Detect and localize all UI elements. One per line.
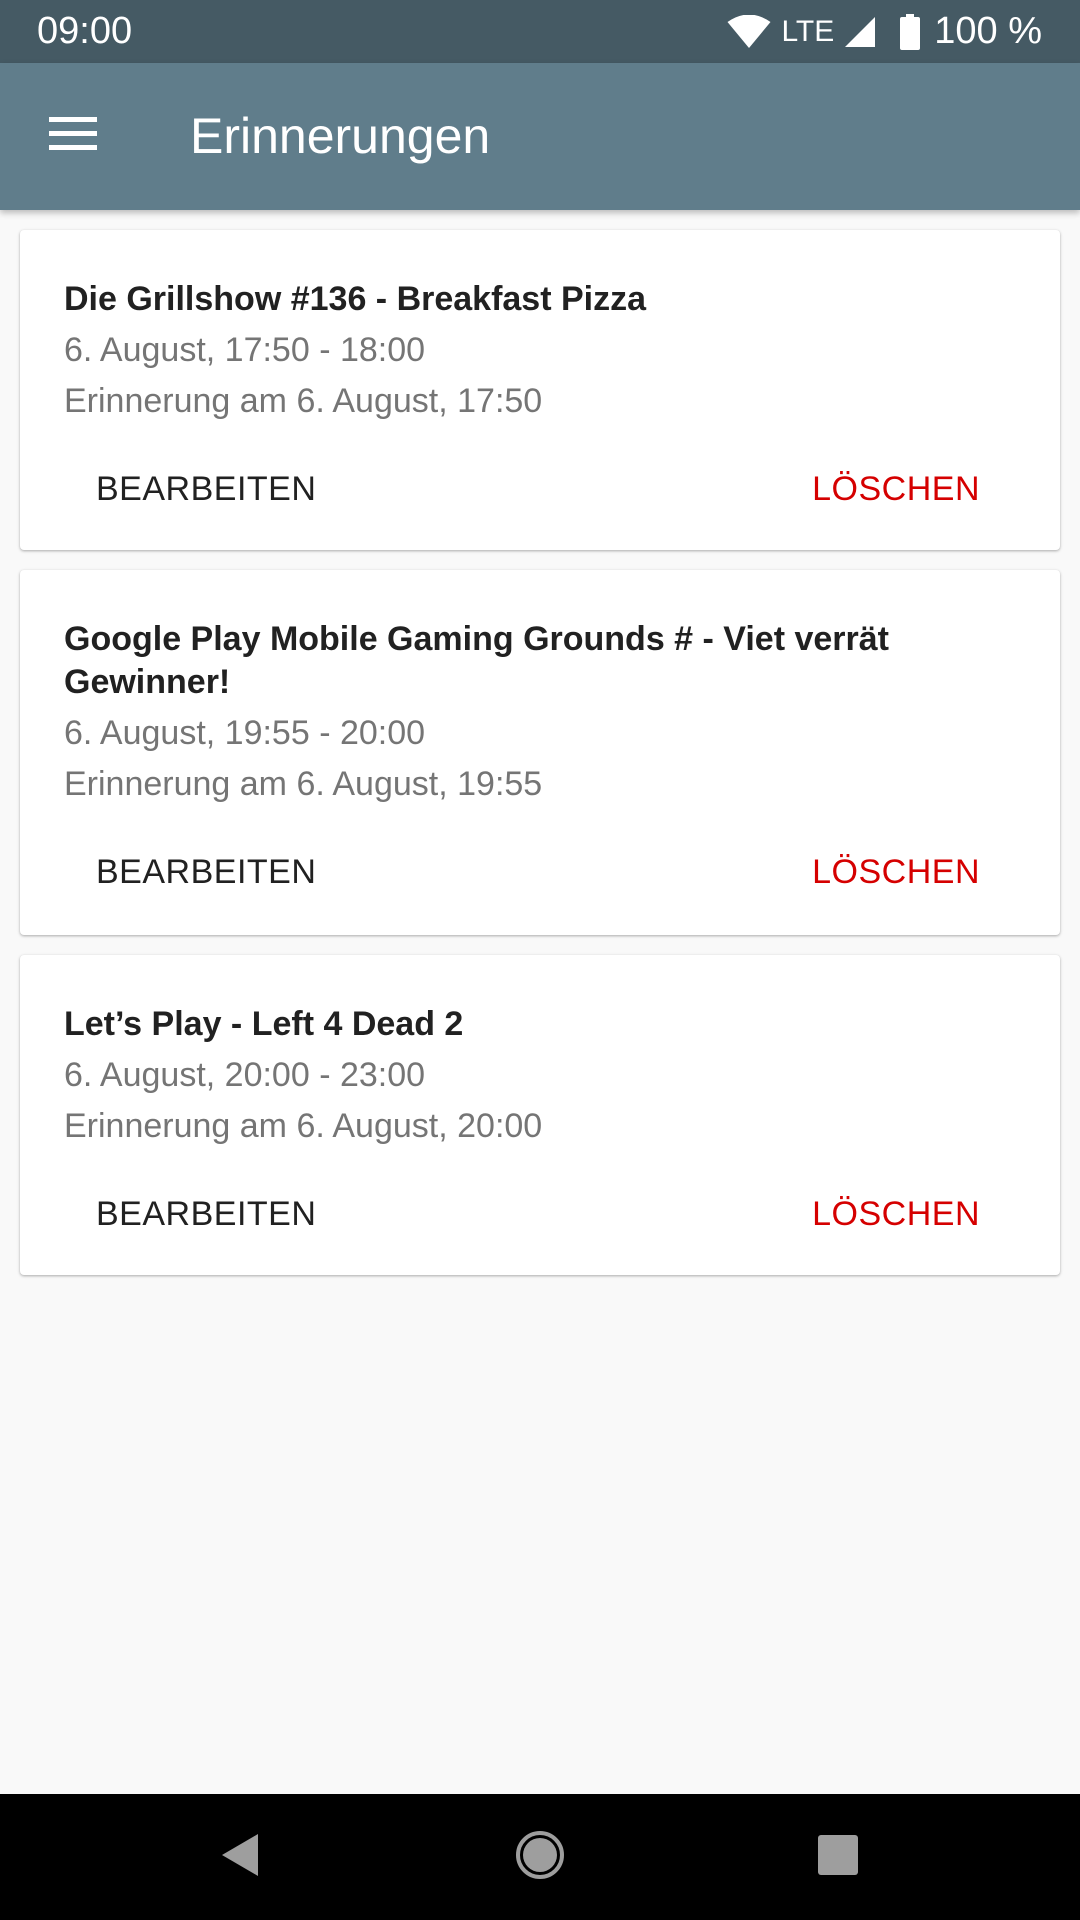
reminder-alert-time: Erinnerung am 6. August, 19:55 xyxy=(64,765,543,803)
battery-icon xyxy=(900,13,921,50)
reminder-title: Google Play Mobile Gaming Grounds # - Vi… xyxy=(64,620,889,701)
back-button[interactable] xyxy=(200,1817,280,1897)
battery-percent: 100 % xyxy=(934,10,1042,52)
card-actions: BEARBEITEN LÖSCHEN xyxy=(64,1180,1016,1248)
delete-button[interactable]: LÖSCHEN xyxy=(780,838,1012,906)
hamburger-menu-icon xyxy=(49,116,97,156)
status-indicators: LTE 100 % xyxy=(727,0,1042,63)
reminder-list: Die Grillshow #136 - Breakfast Pizza 6. … xyxy=(20,230,1060,1295)
navigation-bar xyxy=(0,1794,1080,1920)
delete-button[interactable]: LÖSCHEN xyxy=(780,1180,1012,1248)
wifi-icon xyxy=(727,14,771,49)
reminder-time-range: 6. August, 17:50 - 18:00 xyxy=(64,331,426,369)
app-bar: Erinnerungen xyxy=(0,63,1080,210)
reminder-card: Die Grillshow #136 - Breakfast Pizza 6. … xyxy=(20,230,1060,550)
recents-button[interactable] xyxy=(798,1817,878,1897)
reminder-time-range: 6. August, 20:00 - 23:00 xyxy=(64,1056,426,1094)
reminder-time-range: 6. August, 19:55 - 20:00 xyxy=(64,714,426,752)
edit-button[interactable]: BEARBEITEN xyxy=(64,455,348,523)
reminder-card: Google Play Mobile Gaming Grounds # - Vi… xyxy=(20,570,1060,935)
status-time: 09:00 xyxy=(37,10,133,52)
signal-icon xyxy=(844,16,876,48)
card-actions: BEARBEITEN LÖSCHEN xyxy=(64,838,1016,906)
page-title: Erinnerungen xyxy=(190,108,491,164)
card-actions: BEARBEITEN LÖSCHEN xyxy=(64,455,1016,523)
network-type: LTE xyxy=(781,15,835,48)
home-icon xyxy=(514,1829,566,1886)
reminder-card: Let’s Play - Left 4 Dead 2 6. August, 20… xyxy=(20,955,1060,1275)
delete-button[interactable]: LÖSCHEN xyxy=(780,455,1012,523)
edit-button[interactable]: BEARBEITEN xyxy=(64,1180,348,1248)
reminder-alert-time: Erinnerung am 6. August, 17:50 xyxy=(64,382,543,420)
reminder-title: Die Grillshow #136 - Breakfast Pizza xyxy=(64,280,647,318)
edit-button[interactable]: BEARBEITEN xyxy=(64,838,348,906)
status-bar: 09:00 LTE 100 % xyxy=(0,0,1080,63)
reminder-title: Let’s Play - Left 4 Dead 2 xyxy=(64,1005,464,1043)
recents-icon xyxy=(816,1833,860,1882)
home-button[interactable] xyxy=(500,1817,580,1897)
back-icon xyxy=(218,1831,262,1884)
reminder-alert-time: Erinnerung am 6. August, 20:00 xyxy=(64,1107,543,1145)
menu-button[interactable] xyxy=(36,103,110,169)
